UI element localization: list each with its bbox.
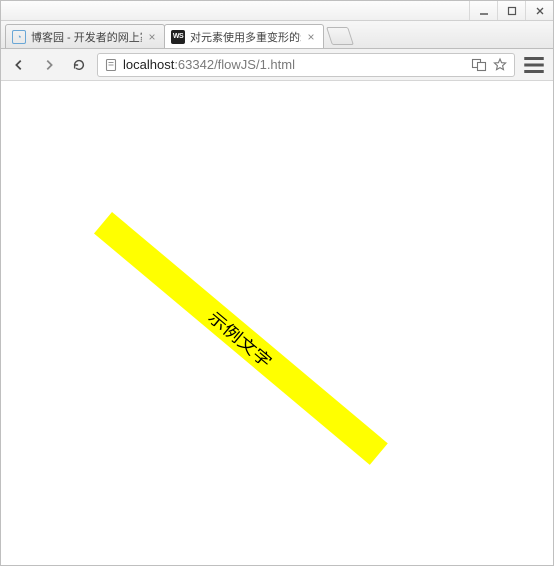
- reload-icon: [72, 58, 86, 72]
- tab-title: 博客园 - 开发者的网上家: [31, 29, 142, 45]
- menu-button[interactable]: [521, 53, 547, 77]
- tab-title: 对元素使用多重变形的示: [190, 29, 301, 45]
- url-host: localhost: [123, 57, 174, 72]
- demo-text: 示例文字: [204, 305, 278, 373]
- translate-icon[interactable]: [471, 57, 487, 73]
- url-rest: :63342/flowJS/1.html: [174, 57, 295, 72]
- window-close-button[interactable]: [525, 1, 553, 20]
- bookmark-star-icon[interactable]: [492, 57, 508, 73]
- page-icon: [104, 58, 118, 72]
- tab-0[interactable]: ◔ 博客园 - 开发者的网上家 ×: [5, 24, 165, 48]
- favicon-webstorm-icon: WS: [171, 30, 185, 44]
- maximize-icon: [507, 6, 517, 16]
- toolbar: localhost:63342/flowJS/1.html: [1, 49, 553, 81]
- window-maximize-button[interactable]: [497, 1, 525, 20]
- url-text: localhost:63342/flowJS/1.html: [123, 57, 466, 72]
- omnibox[interactable]: localhost:63342/flowJS/1.html: [97, 53, 515, 77]
- new-tab-button[interactable]: [326, 27, 354, 45]
- forward-arrow-icon: [42, 58, 56, 72]
- tab-strip: ◔ 博客园 - 开发者的网上家 × WS 对元素使用多重变形的示 ×: [1, 21, 553, 49]
- page-viewport: 示例文字: [2, 82, 552, 564]
- favicon-cnblogs-icon: ◔: [12, 30, 26, 44]
- window-frame: [1, 1, 553, 21]
- minimize-icon: [479, 6, 489, 16]
- back-button[interactable]: [7, 53, 31, 77]
- close-icon: [535, 6, 545, 16]
- hamburger-icon: [521, 52, 547, 78]
- window-minimize-button[interactable]: [469, 1, 497, 20]
- back-arrow-icon: [12, 58, 26, 72]
- tab-1[interactable]: WS 对元素使用多重变形的示 ×: [164, 24, 324, 48]
- demo-transformed-box: 示例文字: [94, 212, 388, 465]
- forward-button[interactable]: [37, 53, 61, 77]
- reload-button[interactable]: [67, 53, 91, 77]
- tab-close-button[interactable]: ×: [146, 31, 158, 43]
- tab-close-button[interactable]: ×: [305, 31, 317, 43]
